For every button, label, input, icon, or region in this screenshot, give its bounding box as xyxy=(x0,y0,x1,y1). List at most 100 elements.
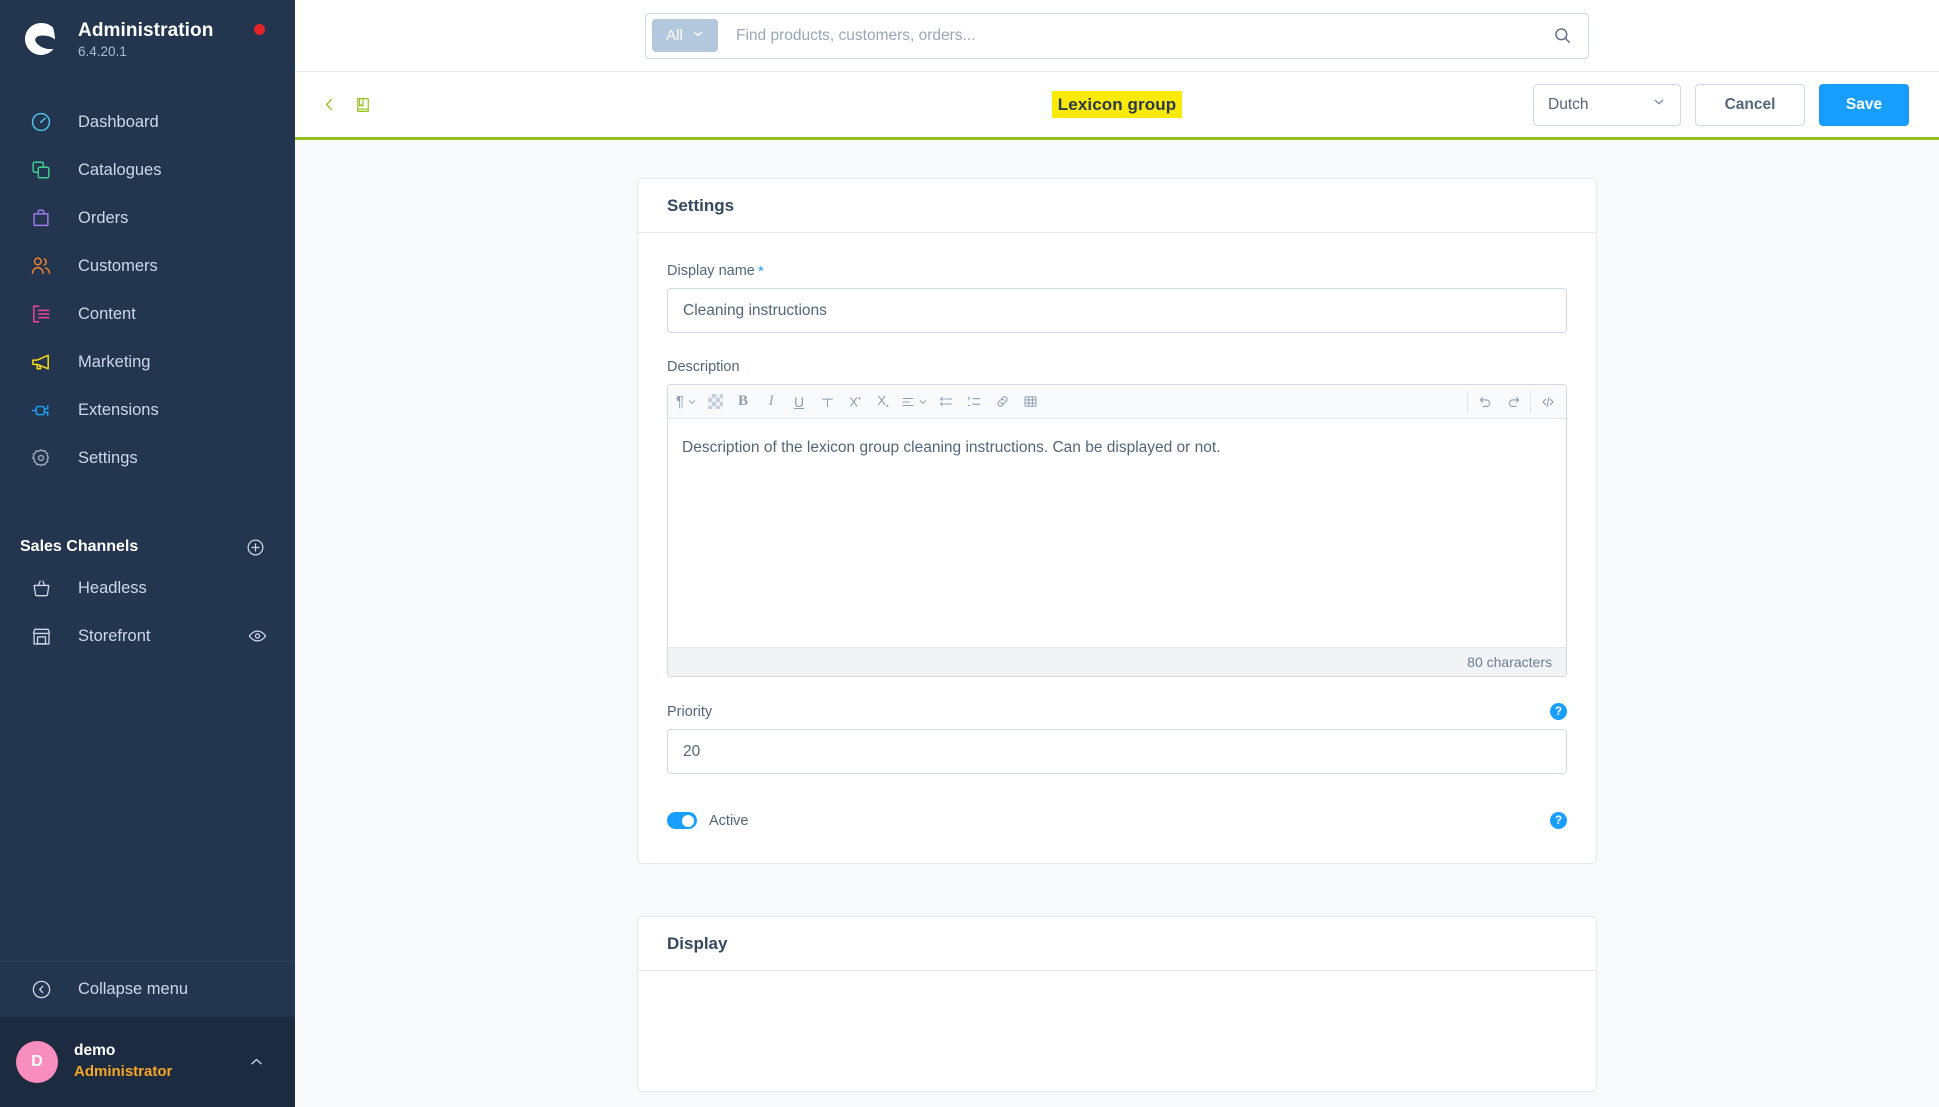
settings-card-header: Settings xyxy=(638,179,1596,233)
text-color-picker-icon[interactable] xyxy=(701,388,729,416)
toolbar-divider xyxy=(1467,390,1468,413)
extensions-plug-icon xyxy=(20,396,62,424)
cancel-button[interactable]: Cancel xyxy=(1695,83,1805,126)
search-scope-selector[interactable]: All xyxy=(652,19,718,52)
insert-table-icon[interactable] xyxy=(1016,388,1044,416)
sidebar: Administration 6.4.20.1 Dashboard Catalo… xyxy=(0,0,295,1107)
strikethrough-icon[interactable] xyxy=(813,388,841,416)
book-icon[interactable] xyxy=(354,96,372,114)
priority-input[interactable] xyxy=(667,729,1567,774)
user-name: demo xyxy=(74,1042,116,1060)
sidebar-section-sales-channels: Sales Channels xyxy=(0,530,295,564)
settings-card: Settings Display name * Description xyxy=(637,178,1597,864)
description-label-text: Description xyxy=(667,359,740,375)
notification-dot xyxy=(254,24,265,35)
editor-content[interactable]: Description of the lexicon group cleanin… xyxy=(668,419,1566,647)
plus-circle-icon[interactable] xyxy=(246,538,265,557)
help-question-icon[interactable]: ? xyxy=(1550,812,1567,829)
user-role: Administrator xyxy=(74,1063,173,1081)
sidebar-item-label: Storefront xyxy=(78,626,151,645)
shopware-logo-icon xyxy=(20,18,62,60)
paragraph-format-icon[interactable]: ¶ xyxy=(672,388,701,416)
display-name-input[interactable] xyxy=(667,288,1567,333)
catalogues-layers-icon xyxy=(20,156,62,184)
italic-icon[interactable]: I xyxy=(757,388,785,416)
rich-text-editor: ¶ B I U X• X• Description of the lexicon… xyxy=(667,384,1567,677)
sidebar-item-extensions[interactable]: Extensions xyxy=(0,386,295,434)
smart-bar: Lexicon group Dutch Cancel Save xyxy=(295,72,1939,140)
active-toggle[interactable] xyxy=(667,812,697,829)
sales-channels-title: Sales Channels xyxy=(20,538,139,555)
collapse-chevron-left-icon xyxy=(20,976,62,1004)
insert-link-icon[interactable] xyxy=(988,388,1016,416)
sidebar-item-headless[interactable]: Headless xyxy=(0,564,295,612)
undo-icon[interactable] xyxy=(1471,388,1499,416)
underline-icon[interactable]: U xyxy=(785,388,813,416)
sidebar-item-label: Dashboard xyxy=(78,112,159,131)
sidebar-brand[interactable]: Administration 6.4.20.1 xyxy=(0,0,295,78)
description-field: Description ¶ B I U X• X• Description of… xyxy=(667,359,1567,677)
superscript-icon[interactable]: X• xyxy=(841,388,869,416)
sidebar-brand-version: 6.4.20.1 xyxy=(78,43,127,59)
marketing-megaphone-icon xyxy=(20,348,62,376)
display-name-field: Display name * xyxy=(667,263,1567,333)
orders-bag-icon xyxy=(20,204,62,232)
search-scope-label: All xyxy=(666,27,683,44)
search-input[interactable] xyxy=(718,26,1553,45)
toolbar-divider xyxy=(1530,390,1531,413)
sidebar-brand-title: Administration xyxy=(78,19,214,41)
sidebar-item-customers[interactable]: Customers xyxy=(0,242,295,290)
sidebar-item-label: Settings xyxy=(78,448,138,467)
display-card-title: Display xyxy=(667,933,728,953)
bold-icon[interactable]: B xyxy=(729,388,757,416)
required-marker: * xyxy=(757,262,764,280)
editor-toolbar: ¶ B I U X• X• xyxy=(668,385,1566,419)
search-box: All xyxy=(645,12,1589,59)
sidebar-item-dashboard[interactable]: Dashboard xyxy=(0,98,295,146)
source-code-icon[interactable] xyxy=(1534,388,1562,416)
main-area: All Find products, customers, orders... … xyxy=(295,0,1939,1107)
sidebar-item-settings[interactable]: Settings xyxy=(0,434,295,482)
content-list-icon xyxy=(20,300,62,328)
sidebar-item-orders[interactable]: Orders xyxy=(0,194,295,242)
sidebar-item-marketing[interactable]: Marketing xyxy=(0,338,295,386)
user-profile-button[interactable]: D demo Administrator xyxy=(0,1017,295,1107)
display-name-label-text: Display name xyxy=(667,263,755,279)
chevron-down-icon xyxy=(1652,95,1666,114)
sidebar-item-storefront[interactable]: Storefront xyxy=(0,612,295,660)
language-switch[interactable]: Dutch xyxy=(1533,83,1681,126)
collapse-menu-label: Collapse menu xyxy=(78,980,189,998)
save-button[interactable]: Save xyxy=(1819,83,1909,126)
help-question-icon[interactable]: ? xyxy=(1550,703,1567,720)
page-title: Lexicon group xyxy=(1051,91,1183,118)
character-count: 80 characters xyxy=(1467,654,1552,670)
display-name-label: Display name * xyxy=(667,263,1567,279)
sidebar-item-label: Orders xyxy=(78,208,129,227)
settings-card-title: Settings xyxy=(667,195,735,215)
collapse-menu-button[interactable]: Collapse menu xyxy=(0,961,295,1017)
sidebar-item-label: Customers xyxy=(78,256,158,275)
chevron-down-icon xyxy=(692,27,704,44)
sidebar-item-catalogues[interactable]: Catalogues xyxy=(0,146,295,194)
text-align-icon[interactable] xyxy=(897,388,932,416)
sidebar-item-label: Extensions xyxy=(78,400,159,419)
subscript-icon[interactable]: X• xyxy=(869,388,897,416)
search-magnifier-icon[interactable] xyxy=(1553,26,1572,45)
sidebar-item-label: Content xyxy=(78,304,136,323)
active-label: Active xyxy=(709,812,749,829)
sidebar-item-content[interactable]: Content xyxy=(0,290,295,338)
sidebar-item-label: Headless xyxy=(78,578,147,597)
language-switch-value: Dutch xyxy=(1548,95,1589,113)
basket-icon xyxy=(20,574,62,602)
redo-icon[interactable] xyxy=(1499,388,1527,416)
avatar: D xyxy=(16,1041,58,1083)
chevron-left-icon[interactable] xyxy=(321,96,338,113)
chevron-up-icon[interactable] xyxy=(248,1054,265,1071)
editor-footer: 80 characters xyxy=(668,647,1566,676)
bullet-list-icon[interactable] xyxy=(932,388,960,416)
global-search-bar: All xyxy=(295,0,1939,72)
display-card: Display xyxy=(637,916,1597,1092)
eye-icon[interactable] xyxy=(248,627,267,646)
ordered-list-icon[interactable] xyxy=(960,388,988,416)
